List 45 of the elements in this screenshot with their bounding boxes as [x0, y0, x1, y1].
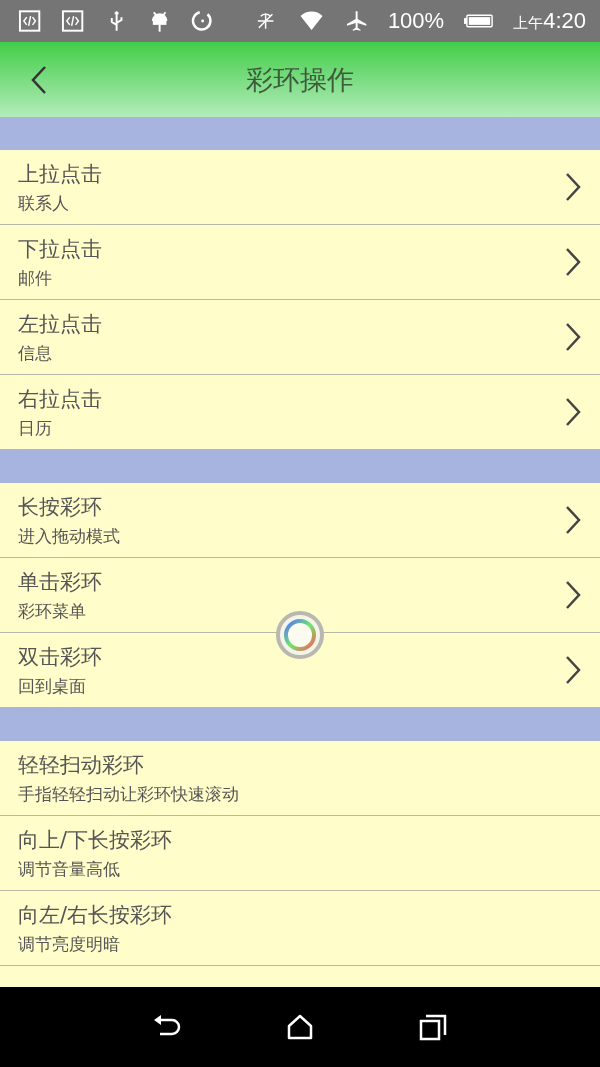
item-title: 双击彩环 [18, 644, 103, 671]
clock-time: 4:20 [543, 8, 587, 34]
page-title: 彩环操作 [246, 62, 354, 97]
item-subtitle: 调节音量高低 [18, 858, 121, 880]
item-subtitle: 回到桌面 [18, 675, 87, 697]
item-subtitle: 彩环菜单 [18, 600, 87, 622]
item-subtitle: 联系人 [18, 192, 70, 214]
chevron-right-icon [564, 247, 582, 277]
item-title: 左拉点击 [18, 311, 103, 338]
item-title: 右拉点击 [18, 386, 103, 413]
list-item[interactable]: 上拉点击 联系人 [0, 150, 600, 225]
item-title: 单击彩环 [18, 569, 103, 596]
item-subtitle: 日历 [18, 417, 53, 439]
item-title: 上拉点击 [18, 161, 103, 188]
airplane-icon [344, 9, 368, 33]
am-pm: 上午 [513, 14, 544, 33]
list-item[interactable]: 长按彩环 进入拖动模式 [0, 483, 600, 558]
item-subtitle: 调节亮度明暗 [18, 933, 121, 955]
chevron-right-icon [564, 580, 582, 610]
battery-percent: 100% [387, 8, 445, 34]
code-icon [61, 9, 85, 33]
battery-icon [464, 13, 494, 29]
item-title: 向左/右长按彩环 [18, 902, 174, 929]
item-title: 轻轻扫动彩环 [18, 752, 145, 779]
home-icon [287, 1014, 313, 1040]
chevron-right-icon [564, 655, 582, 685]
back-chevron-icon [31, 65, 47, 95]
sync-icon [191, 9, 215, 33]
list-item[interactable]: 下拉点击 邮件 [0, 225, 600, 300]
item-subtitle: 进入拖动模式 [18, 525, 121, 547]
recent-apps-icon [419, 1013, 448, 1041]
floating-ring-button[interactable] [276, 611, 324, 659]
item-title: 向上/下长按彩环 [18, 827, 174, 854]
list-item[interactable]: 左拉点击 信息 [0, 300, 600, 375]
chevron-right-icon [564, 397, 582, 427]
chevron-right-icon [564, 322, 582, 352]
color-ring-icon [283, 618, 317, 652]
code-icon [18, 9, 42, 33]
item-subtitle: 邮件 [18, 267, 53, 289]
item-title: 长按彩环 [18, 494, 103, 521]
item-subtitle: 手指轻轻扫动让彩环快速滚动 [18, 783, 240, 805]
item-subtitle: 信息 [18, 342, 53, 364]
chevron-right-icon [564, 505, 582, 535]
chevron-right-icon [564, 172, 582, 202]
item-title: 下拉点击 [18, 236, 103, 263]
